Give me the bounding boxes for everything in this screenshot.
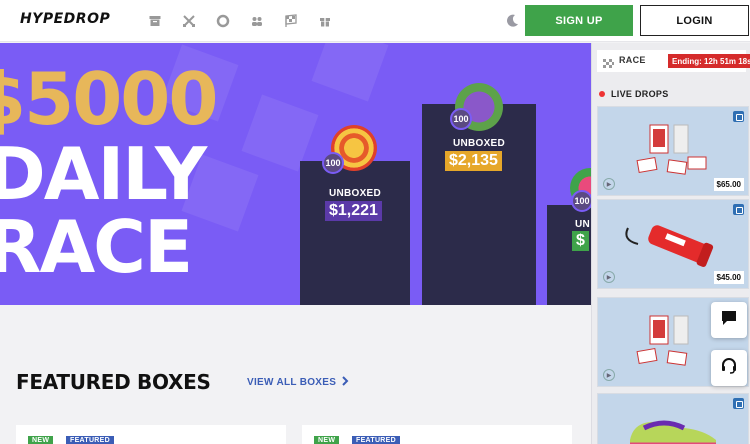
- chevron-right-icon: [342, 376, 349, 389]
- race-flag-icon: [603, 56, 614, 74]
- sneaker-image: [630, 420, 716, 444]
- gift-icon[interactable]: [308, 12, 342, 30]
- podium-amount: $1,221: [325, 201, 382, 221]
- checker-pattern: [241, 94, 319, 172]
- live-indicator-icon: [599, 91, 605, 97]
- drop-card[interactable]: ▶ $45.00: [597, 199, 749, 289]
- playing-cards-image: [636, 124, 707, 175]
- race-title-line2: RACE: [0, 205, 193, 289]
- podium-label: UN: [575, 219, 591, 230]
- featured-tag: FEATURED: [352, 436, 400, 444]
- live-drops-header: LIVE DROPS: [599, 89, 669, 99]
- playing-cards-image: [636, 315, 689, 366]
- play-icon[interactable]: ▶: [603, 369, 615, 381]
- race-flag-icon[interactable]: [274, 12, 308, 30]
- chat-button[interactable]: [711, 302, 747, 338]
- live-drops-label: LIVE DROPS: [611, 89, 669, 99]
- moon-icon[interactable]: [504, 13, 520, 29]
- play-icon[interactable]: ▶: [603, 178, 615, 190]
- boxes-icon[interactable]: [138, 12, 172, 30]
- top-navbar: HYPEDROP SIGN UP LOGIN: [0, 0, 750, 42]
- podium-pillar: [300, 161, 410, 305]
- race-label: RACE: [619, 55, 646, 65]
- level-badge: 100: [450, 108, 472, 130]
- affiliates-icon[interactable]: [240, 12, 274, 30]
- deals-icon[interactable]: [206, 12, 240, 30]
- race-title-line1: DAILY: [0, 132, 207, 216]
- featured-boxes-title: FEATURED BOXES: [16, 370, 211, 394]
- nav-icons: [138, 12, 342, 30]
- login-button[interactable]: LOGIN: [640, 5, 749, 36]
- box-icon: [733, 111, 744, 122]
- box-icon: [733, 204, 744, 215]
- race-timer: Ending: 12h 51m 18s: [668, 54, 750, 68]
- level-badge: 100: [322, 152, 344, 174]
- race-prize-amount: $5000: [0, 57, 218, 141]
- red-flashlight-image: [625, 225, 714, 267]
- logo[interactable]: HYPEDROP: [20, 11, 110, 27]
- battles-icon[interactable]: [172, 12, 206, 30]
- drop-card[interactable]: [597, 393, 749, 444]
- podium-pillar: [422, 104, 536, 305]
- drop-price: $65.00: [713, 178, 744, 191]
- box-icon: [733, 398, 744, 409]
- drop-card[interactable]: ▶ $65.00: [597, 106, 749, 196]
- play-icon[interactable]: ▶: [603, 271, 615, 283]
- checker-pattern: [311, 43, 389, 102]
- featured-tag: FEATURED: [66, 436, 114, 444]
- chat-icon: [720, 309, 738, 332]
- support-button[interactable]: [711, 350, 747, 386]
- view-all-label: VIEW ALL BOXES: [247, 377, 337, 388]
- podium-amount: $2,135: [445, 151, 502, 171]
- level-badge: 100: [571, 190, 591, 212]
- race-widget[interactable]: RACE Ending: 12h 51m 18s: [597, 50, 750, 74]
- featured-box-card[interactable]: NEW FEATURED: [302, 425, 572, 444]
- view-all-boxes-link[interactable]: VIEW ALL BOXES: [247, 376, 349, 389]
- signup-button[interactable]: SIGN UP: [525, 5, 633, 36]
- headset-icon: [720, 357, 738, 380]
- new-tag: NEW: [314, 436, 340, 444]
- page: HYPEDROP SIGN UP LOGIN $5000 DAILY RACE …: [0, 0, 750, 444]
- daily-race-banner[interactable]: $5000 DAILY RACE 100 UNBOXED $1,221 100 …: [0, 43, 591, 305]
- new-tag: NEW: [28, 436, 54, 444]
- featured-box-card[interactable]: NEW FEATURED: [16, 425, 286, 444]
- podium-label: UNBOXED: [328, 188, 382, 199]
- drop-price: $45.00: [713, 271, 744, 284]
- podium-label: UNBOXED: [452, 138, 506, 149]
- podium-amount: $: [572, 231, 589, 251]
